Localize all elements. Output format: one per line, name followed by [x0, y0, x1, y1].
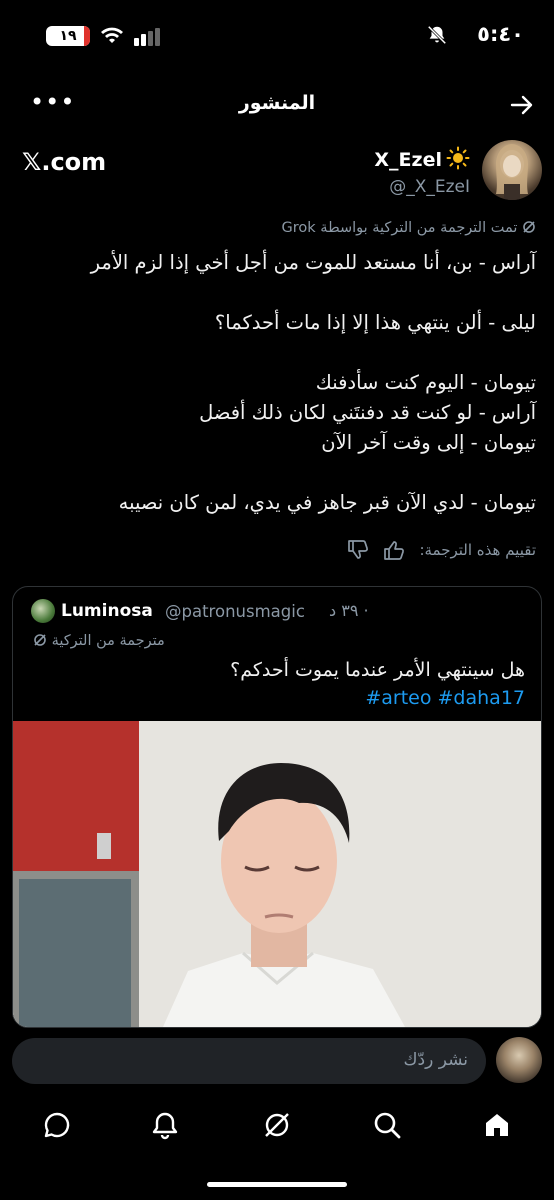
rate-translation: تقييم هذه الترجمة: — [347, 540, 536, 560]
battery-icon: ١٩ — [46, 26, 90, 46]
notifications-icon[interactable] — [150, 1110, 180, 1140]
thumbs-down-icon[interactable] — [347, 540, 369, 560]
source-label: 𝕏.com — [22, 148, 107, 176]
translation-note-text: تمت الترجمة من التركية بواسطة Grok — [281, 220, 518, 236]
quote-translated-note: مترجمة من التركية — [33, 633, 165, 649]
post-line — [16, 338, 536, 368]
quote-avatar[interactable] — [31, 599, 55, 623]
battery-level: ١٩ — [59, 28, 77, 44]
grok-icon[interactable] — [262, 1110, 292, 1140]
wifi-icon — [101, 27, 123, 43]
quote-author-handle[interactable]: @patronusmagic — [165, 602, 305, 621]
user-avatar[interactable] — [496, 1037, 542, 1083]
translation-note: تمت الترجمة من التركية بواسطة Grok — [282, 220, 536, 236]
author-handle[interactable]: @_X_EzeI — [389, 177, 470, 197]
signal-icon — [134, 28, 160, 46]
post-line — [16, 278, 536, 308]
quote-author-name[interactable]: Luminosa — [61, 601, 153, 621]
thumbs-up-icon[interactable] — [383, 540, 405, 560]
quote-translated-text: مترجمة من التركية — [51, 633, 165, 649]
status-time: ٥:٤٠ — [477, 22, 524, 46]
home-icon[interactable] — [482, 1110, 512, 1140]
reply-placeholder: نشر ردّك — [403, 1050, 468, 1070]
home-indicator — [207, 1182, 347, 1187]
author-avatar[interactable] — [482, 140, 542, 200]
page-title: المنشور — [238, 92, 316, 114]
messages-icon[interactable] — [42, 1110, 72, 1140]
quote-text: هل سينتهي الأمر عندما يموت أحدكم؟ — [230, 659, 525, 681]
post-line: ليلى - ألن ينتهي هذا إلا إذا مات أحدكما؟ — [214, 311, 536, 334]
bell-muted-icon — [427, 25, 447, 45]
back-arrow-icon[interactable] — [510, 94, 534, 116]
quote-hashtags[interactable]: #arteo #daha17 — [365, 687, 525, 709]
quoted-post[interactable]: Luminosa @patronusmagic · ٣٩ د مترجمة من… — [12, 586, 542, 1028]
author-name[interactable]: X_Ezel — [374, 149, 442, 171]
post-line: تيومان - لدي الآن قبر جاهز في يدي، لمن ك… — [118, 491, 536, 514]
sun-emoji-icon — [446, 146, 470, 170]
post-line — [16, 458, 536, 488]
post-body: آراس - بن، أنا مستعد للموت من أجل أخي إذ… — [16, 248, 536, 518]
post-line: آراس - بن، أنا مستعد للموت من أجل أخي إذ… — [90, 251, 536, 274]
quote-timestamp: · ٣٩ د — [329, 601, 369, 620]
post-line: آراس - لو كنت قد دفنتَني لكان ذلك أفضل — [199, 401, 536, 424]
grok-small-icon — [33, 633, 47, 647]
quote-video-thumbnail[interactable] — [13, 721, 541, 1027]
post-line: تيومان - اليوم كنت سأدفنك — [315, 371, 536, 394]
search-icon[interactable] — [372, 1110, 402, 1140]
post-line: تيومان - إلى وقت آخر الآن — [321, 431, 536, 454]
rate-label: تقييم هذه الترجمة: — [419, 541, 536, 559]
grok-small-icon — [522, 220, 536, 234]
